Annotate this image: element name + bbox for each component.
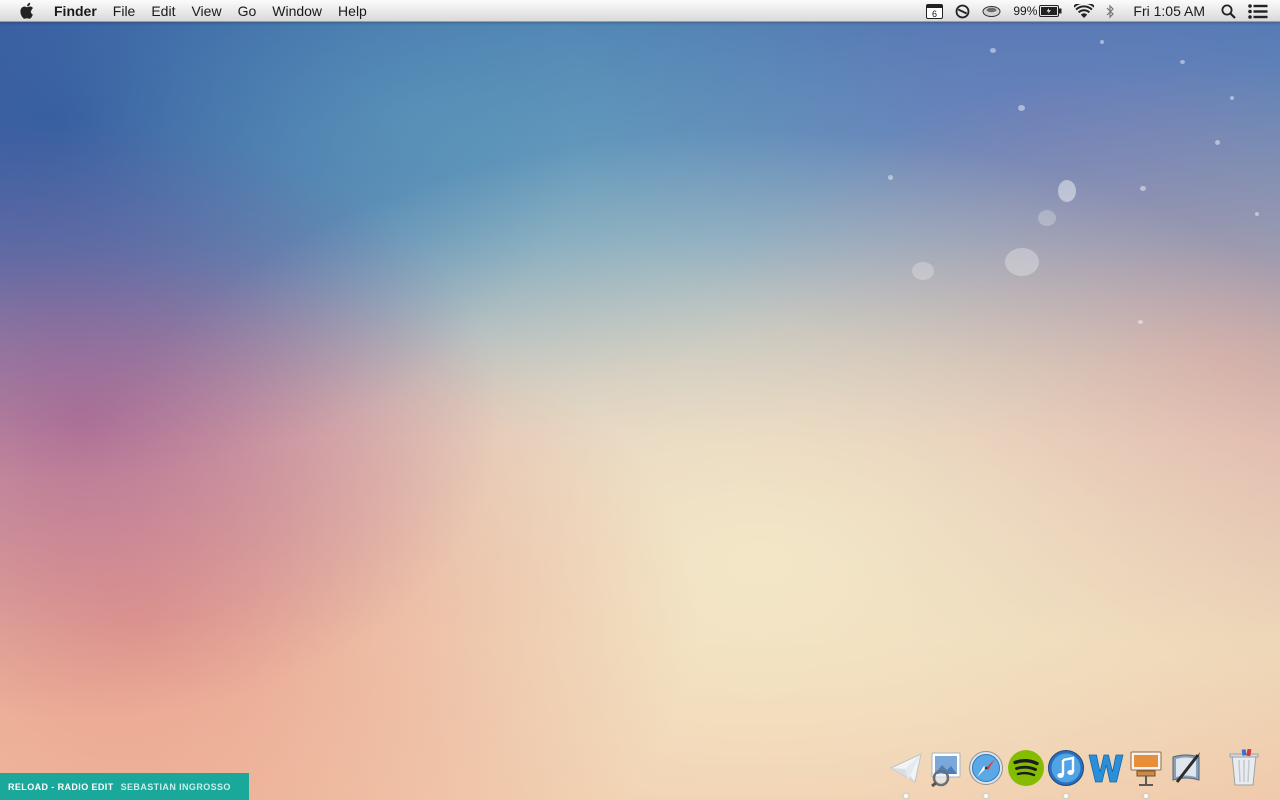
menu-go[interactable]: Go: [230, 0, 265, 22]
dock-app-script-editor[interactable]: [1166, 744, 1206, 792]
running-indicator: [904, 794, 908, 798]
dock-app-keynote[interactable]: [1126, 744, 1166, 798]
keynote-icon: [1130, 751, 1162, 786]
wallpaper-speck: [1140, 186, 1146, 191]
wallpaper-speck: [912, 262, 934, 280]
clock[interactable]: Fri 1:05 AM: [1121, 3, 1215, 19]
wallpaper-speck: [990, 48, 996, 53]
wallpaper-speck: [888, 175, 893, 180]
bluetooth-icon[interactable]: [1100, 0, 1121, 22]
wallpaper-speck: [1215, 140, 1220, 145]
wifi-icon[interactable]: [1068, 0, 1100, 22]
battery-icon[interactable]: [1039, 0, 1068, 22]
wallpaper-speck: [1058, 180, 1076, 202]
dock: [886, 744, 1268, 800]
script-editor-icon: [1172, 752, 1200, 783]
status-menus: 6 99% Fri 1:05 AM: [920, 0, 1280, 22]
now-playing-banner[interactable]: RELOAD - RADIO EDIT SEBASTIAN INGROSSO: [0, 773, 249, 800]
apple-icon[interactable]: [19, 2, 35, 19]
now-playing-track: RELOAD - RADIO EDIT: [8, 781, 114, 792]
paper-plane-icon: [889, 753, 922, 783]
menu-window[interactable]: Window: [264, 0, 330, 22]
menu-edit[interactable]: Edit: [143, 0, 183, 22]
wallpaper-speck: [1005, 248, 1039, 276]
preview-icon: [931, 752, 961, 787]
dock-app-word[interactable]: [1086, 744, 1126, 792]
coffee-cup-icon[interactable]: [976, 0, 1007, 22]
menu-view[interactable]: View: [183, 0, 229, 22]
word-icon: [1088, 754, 1124, 783]
menu-file[interactable]: File: [105, 0, 144, 22]
desktop: Finder File Edit View Go Window Help 6 9…: [0, 0, 1280, 800]
dock-trash[interactable]: [1224, 744, 1264, 792]
wallpaper-speck: [1255, 212, 1259, 216]
running-indicator: [1144, 794, 1148, 798]
notification-center-icon[interactable]: [1242, 0, 1280, 22]
running-indicator: [984, 794, 988, 798]
dock-app-preview[interactable]: [926, 744, 966, 792]
calendar-icon[interactable]: 6: [920, 0, 949, 22]
safari-icon: [969, 751, 1003, 785]
spotify-icon: [1008, 750, 1044, 786]
itunes-icon: [1048, 750, 1084, 786]
running-indicator: [1064, 794, 1068, 798]
wallpaper-speck: [1100, 40, 1104, 44]
dock-app-paper-plane[interactable]: [886, 744, 926, 798]
trash-icon: [1229, 749, 1259, 786]
spotlight-search-icon[interactable]: [1215, 0, 1242, 22]
wallpaper-speck: [1138, 320, 1143, 324]
do-not-disturb-icon[interactable]: [949, 0, 976, 22]
menu-help[interactable]: Help: [330, 0, 375, 22]
menu-finder[interactable]: Finder: [54, 0, 105, 22]
battery-percent[interactable]: 99%: [1007, 4, 1039, 18]
dock-app-itunes[interactable]: [1046, 744, 1086, 798]
wallpaper-speck: [1180, 60, 1185, 64]
dock-app-spotify[interactable]: [1006, 744, 1046, 792]
wallpaper-speck: [1230, 96, 1234, 100]
wallpaper-speck: [1018, 105, 1025, 111]
now-playing-artist: SEBASTIAN INGROSSO: [120, 781, 231, 792]
calendar-day-text: 6: [932, 9, 937, 19]
dock-app-safari[interactable]: [966, 744, 1006, 798]
menu-bar: Finder File Edit View Go Window Help 6 9…: [0, 0, 1280, 22]
wallpaper-speck: [1038, 210, 1056, 226]
